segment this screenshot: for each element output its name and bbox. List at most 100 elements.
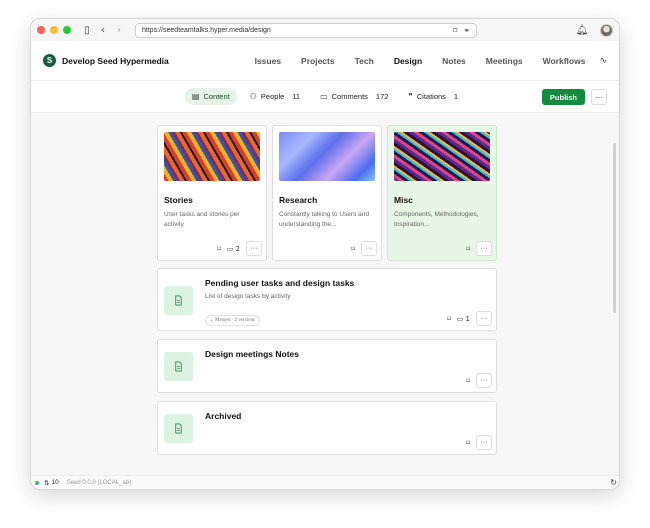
- publish-button[interactable]: Publish: [541, 89, 585, 105]
- online-status-indicator: [35, 480, 39, 485]
- document-icon-glyph: [175, 361, 182, 372]
- document-icon: [164, 352, 193, 381]
- browser-titlebar: ▯ ‹ › https://seedteamtalks.hyper.media/…: [31, 19, 619, 41]
- window-controls: [37, 26, 71, 34]
- scrollbar[interactable]: [613, 143, 616, 313]
- tab-comments[interactable]: ▭ Comments 172: [313, 88, 395, 105]
- comment-icon: ▭: [456, 314, 464, 323]
- card-title: Research: [279, 195, 318, 205]
- list-item-more-button[interactable]: ···: [476, 373, 492, 388]
- list-item-more-button[interactable]: ···: [476, 311, 492, 326]
- user-avatar[interactable]: [600, 23, 613, 37]
- list-item-footer: ⌑ ···: [466, 373, 492, 388]
- list-item-design-meetings[interactable]: Design meetings Notes ⌑ ···: [157, 339, 497, 393]
- document-icon-glyph: [175, 423, 182, 434]
- zoom-window-button[interactable]: [63, 26, 71, 34]
- quote-icon: ❞: [408, 92, 413, 101]
- card-more-button[interactable]: ···: [361, 241, 377, 256]
- sidebar-toggle-icon[interactable]: ▯: [79, 25, 95, 36]
- link-icon[interactable]: ⚭: [463, 26, 470, 35]
- bookmark-icon[interactable]: ⌑: [466, 439, 470, 447]
- comment-count[interactable]: ▭ 2: [227, 245, 240, 253]
- list-item-title: Design meetings Notes: [205, 349, 299, 359]
- merged-versions-text: Merged · 2 versions: [215, 318, 256, 323]
- app-version: Seed 0.0.0 (LOCAL_ab): [66, 479, 132, 486]
- document-content: Stories User tasks and stories per activ…: [31, 113, 619, 477]
- card-title: Misc: [394, 195, 413, 205]
- list-item-title: Archived: [205, 411, 242, 421]
- card-title: Stories: [164, 195, 193, 205]
- comment-count[interactable]: ▭ 1: [457, 315, 470, 323]
- card-footer: ⌑ ▭ 2 ···: [217, 241, 262, 256]
- list-item-more-button[interactable]: ···: [476, 435, 492, 450]
- tab-comments-count: 172: [375, 92, 389, 101]
- url-bar[interactable]: https://seedteamtalks.hyper.media/design…: [135, 22, 477, 38]
- content-icon: ▤: [191, 92, 200, 101]
- tab-people-label: People: [260, 92, 285, 101]
- tab-citations-label: Citations: [416, 92, 446, 101]
- tab-citations-count: 1: [453, 92, 459, 101]
- nav-item-design[interactable]: Design: [384, 56, 432, 66]
- bookmark-icon[interactable]: ⌑: [453, 26, 457, 35]
- document-icon-glyph: [175, 295, 182, 306]
- bookmark-icon[interactable]: ⌑: [447, 315, 451, 323]
- document-icon: [164, 286, 193, 315]
- card-more-button[interactable]: ···: [476, 241, 492, 256]
- bookmark-icon[interactable]: ⌑: [217, 245, 221, 253]
- merged-versions-badge[interactable]: ⑂ Merged · 2 versions: [205, 315, 261, 326]
- peer-count[interactable]: ⇅ 10: [44, 479, 59, 487]
- peer-count-value: 10: [51, 479, 59, 486]
- more-options-button[interactable]: ···: [591, 89, 607, 105]
- sync-icon[interactable]: ↻: [610, 478, 617, 487]
- list-item-footer: ⌑ ▭ 1 ···: [447, 311, 492, 326]
- card-misc[interactable]: Misc Components, Methodologies, Inspirat…: [387, 125, 497, 261]
- nav-item-tech[interactable]: Tech: [345, 56, 384, 66]
- card-more-button[interactable]: ···: [246, 241, 262, 256]
- back-icon[interactable]: ‹: [95, 25, 111, 36]
- card-misc-thumbnail: [394, 132, 490, 181]
- list-item-description: List of design tasks by activity: [205, 293, 291, 300]
- nav-item-workflows[interactable]: Workflows: [533, 56, 596, 66]
- minimize-window-button[interactable]: [50, 26, 58, 34]
- list-item-title: Pending user tasks and design tasks: [205, 278, 355, 288]
- close-window-button[interactable]: [37, 26, 45, 34]
- bookmark-icon[interactable]: ⌑: [351, 245, 355, 253]
- list-item-footer: ⌑ ···: [466, 435, 492, 450]
- card-research-thumbnail: [279, 132, 375, 181]
- bookmark-icon[interactable]: ⌑: [466, 245, 470, 253]
- card-footer: ⌑ ···: [466, 241, 492, 256]
- url-text[interactable]: https://seedteamtalks.hyper.media/design: [142, 27, 447, 34]
- tab-comments-label: Comments: [331, 92, 368, 101]
- tab-people-count: 11: [292, 92, 301, 101]
- list-item-pending-tasks[interactable]: Pending user tasks and design tasks List…: [157, 268, 497, 331]
- card-description: User tasks and stories per activity: [164, 211, 240, 229]
- nav-item-meetings[interactable]: Meetings: [476, 56, 533, 66]
- bookmark-icon[interactable]: ⌑: [466, 377, 470, 385]
- card-footer: ⌑ ···: [351, 241, 377, 256]
- site-name[interactable]: Develop Seed Hypermedia: [62, 56, 169, 66]
- card-research[interactable]: Research Constantly talking to Users and…: [272, 125, 382, 261]
- activity-icon[interactable]: ∿: [599, 56, 607, 66]
- tab-content[interactable]: ▤ Content: [184, 88, 237, 105]
- card-stories-thumbnail: [164, 132, 260, 181]
- card-description: Constantly talking to Users and understa…: [279, 211, 369, 229]
- tab-citations[interactable]: ❞ Citations 1: [401, 88, 465, 105]
- list-item-archived[interactable]: Archived ⌑ ···: [157, 401, 497, 455]
- site-logo[interactable]: S: [43, 54, 56, 67]
- site-nav: Issues Projects Tech Design Notes Meetin…: [245, 56, 596, 66]
- document-toolbar: ▤ Content ⚇ People 11 ▭ Comments 172 ❞ C…: [31, 81, 619, 113]
- nav-item-projects[interactable]: Projects: [291, 56, 345, 66]
- peers-icon: ⇅: [44, 479, 50, 487]
- list-item-comment-count: 1: [465, 314, 470, 323]
- nav-item-issues[interactable]: Issues: [245, 56, 291, 66]
- nav-item-notes[interactable]: Notes: [432, 56, 476, 66]
- notification-bell-icon[interactable]: 🔔︎: [574, 25, 590, 36]
- card-description: Components, Methodologies, Inspiration..…: [394, 211, 479, 229]
- merge-icon: ⑂: [210, 318, 214, 324]
- card-comment-count: 2: [235, 244, 240, 253]
- comment-icon: ▭: [320, 92, 328, 101]
- card-stories[interactable]: Stories User tasks and stories per activ…: [157, 125, 267, 261]
- tab-people[interactable]: ⚇ People 11: [243, 88, 307, 105]
- forward-icon[interactable]: ›: [111, 25, 127, 36]
- comment-icon: ▭: [226, 244, 234, 253]
